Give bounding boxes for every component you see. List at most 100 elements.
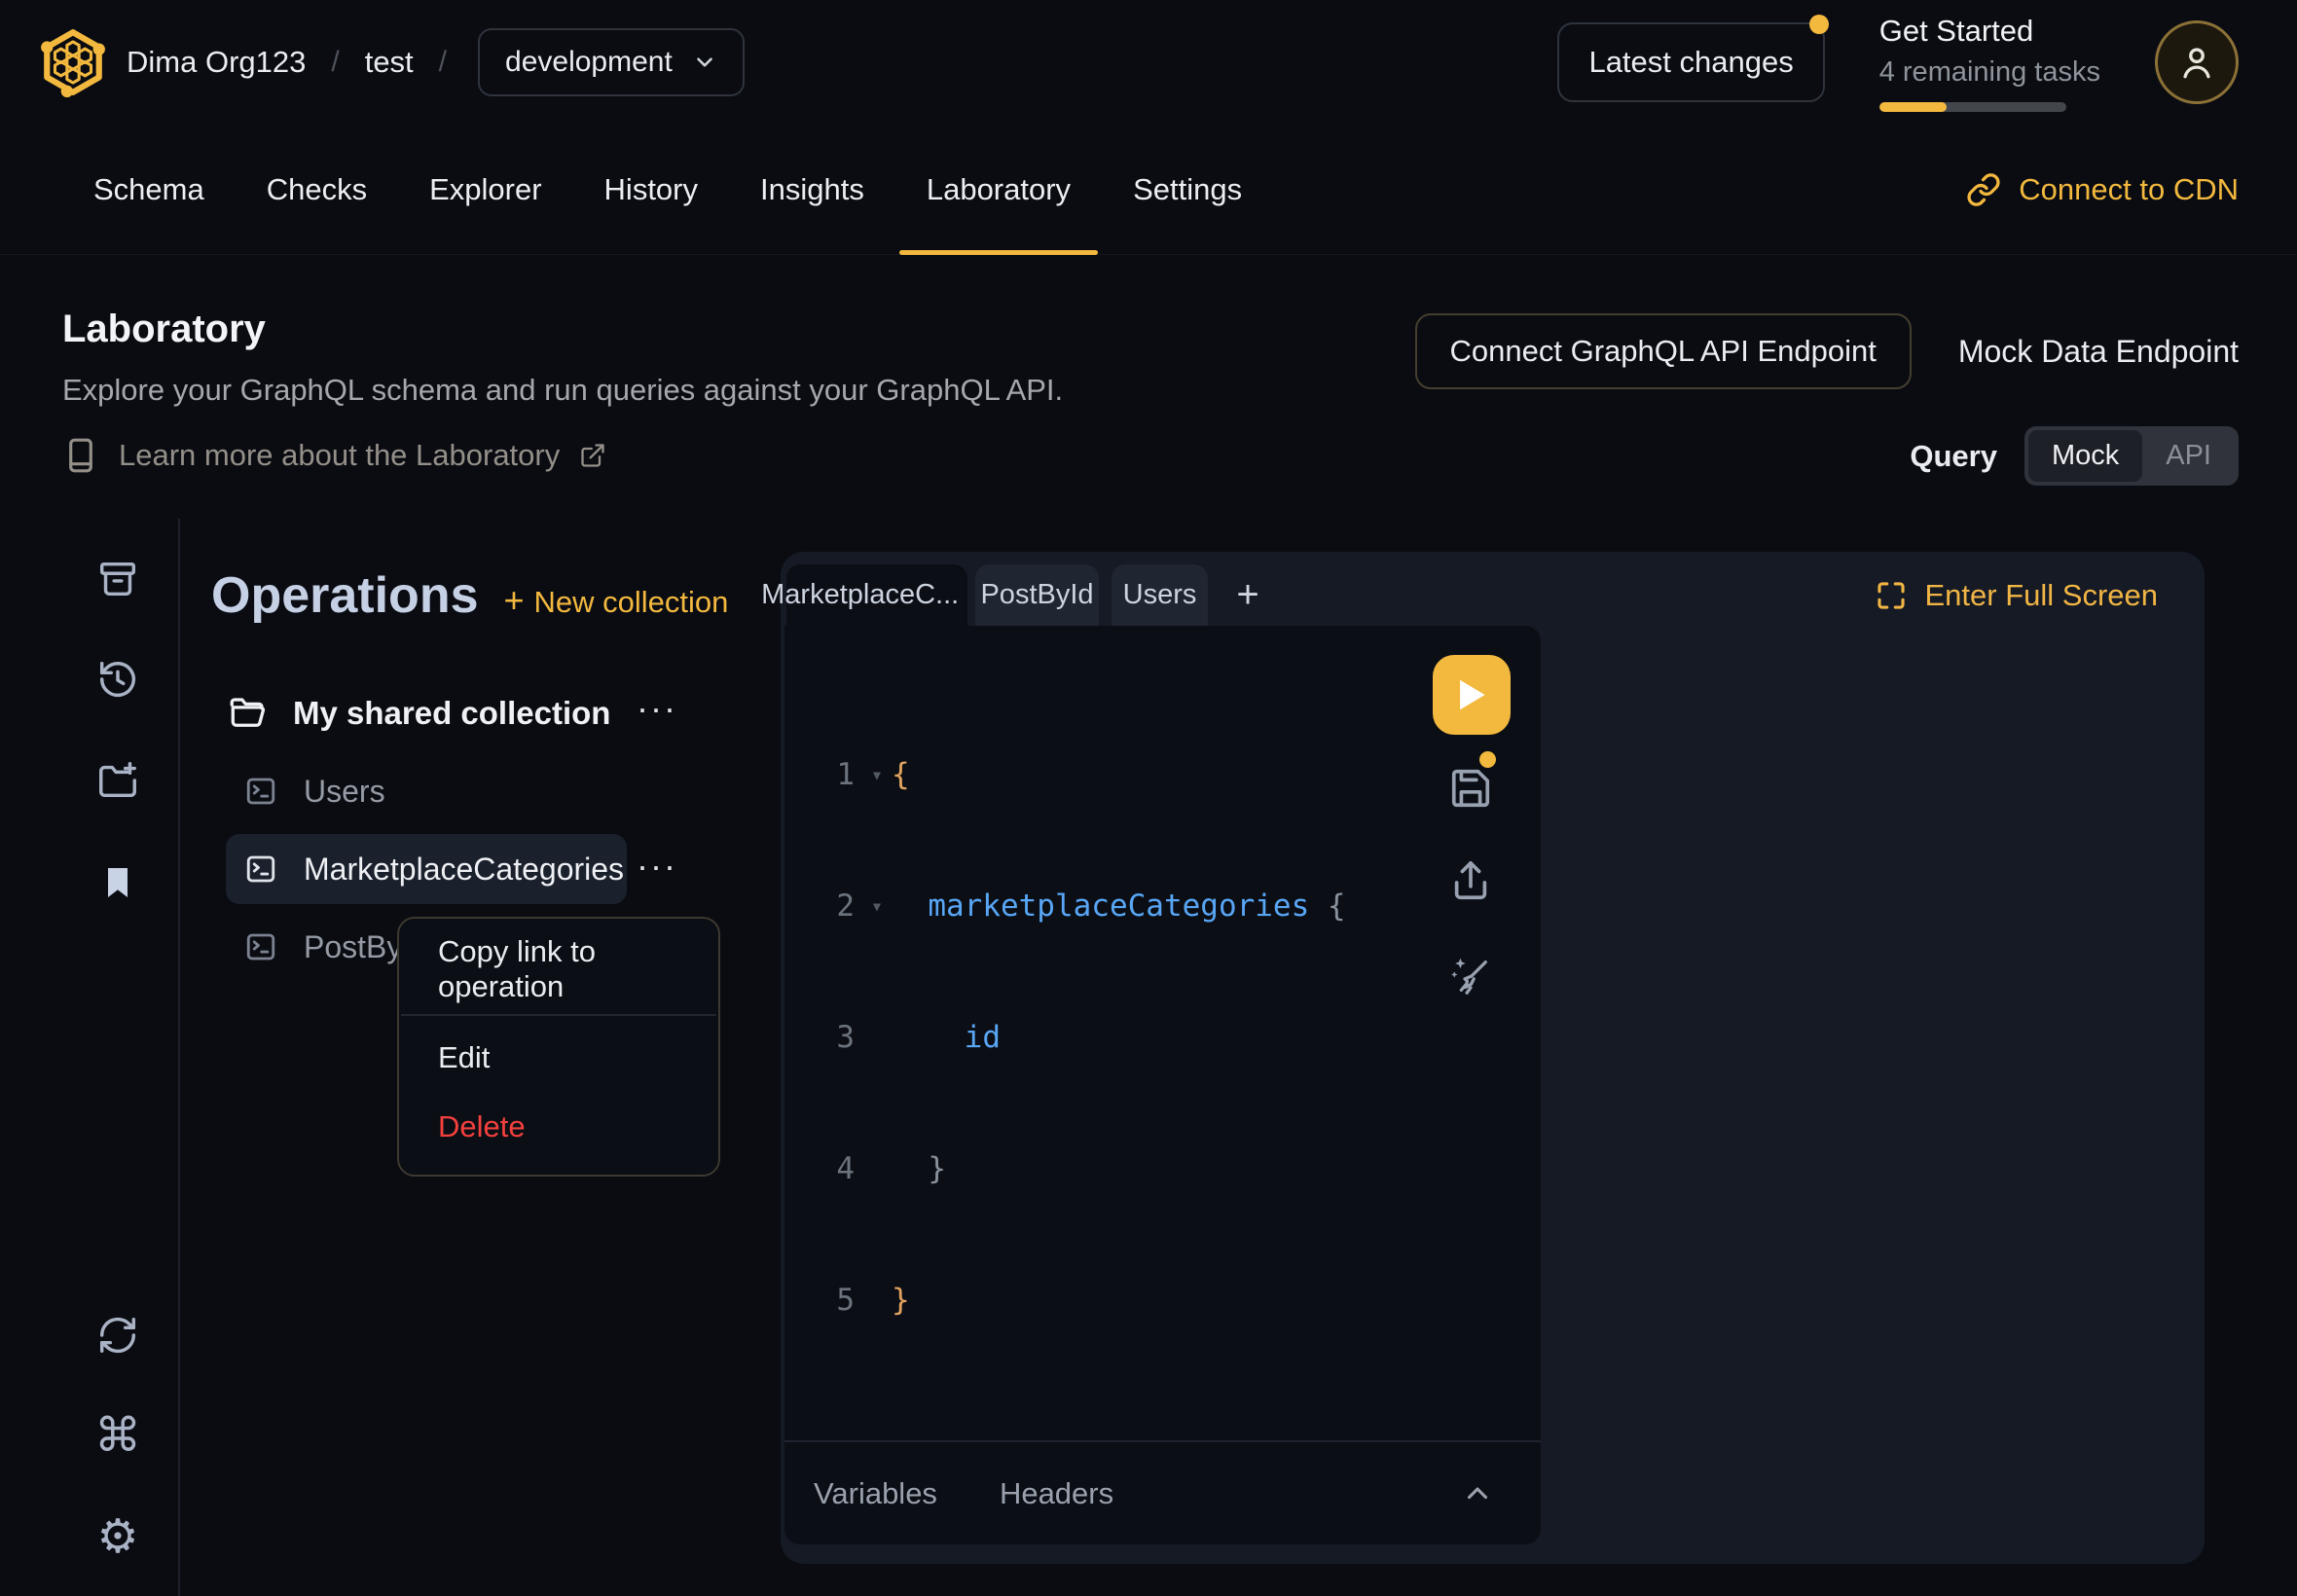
code-token bbox=[892, 1147, 928, 1191]
upload-icon bbox=[1448, 858, 1493, 903]
plus-icon: + bbox=[504, 580, 525, 621]
tab-label: Insights bbox=[760, 172, 864, 207]
editor-tab-label: MarketplaceC... bbox=[761, 579, 959, 611]
fold-marker-icon[interactable]: ▾ bbox=[862, 885, 892, 928]
code-line: 3 id bbox=[823, 1016, 1346, 1060]
menu-item-edit[interactable]: Edit bbox=[399, 1024, 718, 1093]
get-started-progress bbox=[1879, 102, 2066, 112]
maximize-icon bbox=[1875, 579, 1908, 612]
query-mode-row: Query Mock API bbox=[1910, 426, 2239, 486]
code-token: { bbox=[1309, 885, 1345, 928]
share-operation-button[interactable] bbox=[1448, 858, 1493, 903]
sidebar-item-shortcuts[interactable]: ⌘ bbox=[95, 1414, 140, 1459]
breadcrumb-separator: / bbox=[439, 46, 447, 79]
tab-settings[interactable]: Settings bbox=[1102, 125, 1273, 254]
connect-graphql-endpoint-button[interactable]: Connect GraphQL API Endpoint bbox=[1415, 313, 1912, 389]
operation-item-users[interactable]: Users bbox=[226, 756, 627, 826]
breadcrumb-org[interactable]: Dima Org123 bbox=[127, 45, 306, 80]
laboratory-header-left: Laboratory Explore your GraphQL schema a… bbox=[62, 308, 1063, 486]
header-right: Latest changes Get Started 4 remaining t… bbox=[1557, 14, 2239, 112]
sidebar-item-settings[interactable]: ⚙ bbox=[95, 1515, 140, 1560]
query-editor[interactable]: 1 ▾ { 2 ▾ marketplaceCategories { 3 id 4 bbox=[784, 626, 1541, 1544]
collection-row[interactable]: My shared collection bbox=[227, 684, 636, 743]
tab-history[interactable]: History bbox=[573, 125, 729, 254]
page-subtitle: Explore your GraphQL schema and run quer… bbox=[62, 373, 1063, 408]
tab-laboratory[interactable]: Laboratory bbox=[895, 125, 1102, 254]
gear-icon: ⚙ bbox=[96, 1515, 138, 1560]
editor-tab-users[interactable]: Users bbox=[1112, 564, 1208, 626]
tab-label: History bbox=[604, 172, 698, 207]
tab-checks[interactable]: Checks bbox=[236, 125, 398, 254]
enter-fullscreen-button[interactable]: Enter Full Screen bbox=[1875, 564, 2159, 626]
save-unsaved-dot bbox=[1479, 751, 1496, 768]
editor-tab-marketplacecategories[interactable]: MarketplaceC... × bbox=[786, 564, 967, 626]
fold-marker-icon[interactable]: ▾ bbox=[862, 753, 892, 797]
fold-spacer bbox=[862, 1147, 892, 1191]
editor-tab-label: PostById bbox=[980, 579, 1093, 611]
folder-open-icon bbox=[227, 693, 268, 734]
code-token: { bbox=[892, 753, 910, 797]
menu-divider bbox=[401, 1014, 716, 1016]
hive-logo[interactable] bbox=[41, 27, 105, 97]
get-started-widget[interactable]: Get Started 4 remaining tasks bbox=[1879, 14, 2100, 112]
connect-to-cdn-label: Connect to CDN bbox=[2019, 172, 2239, 207]
menu-item-copy-link[interactable]: Copy link to operation bbox=[399, 925, 718, 1014]
tab-insights[interactable]: Insights bbox=[729, 125, 895, 254]
tab-explorer[interactable]: Explorer bbox=[398, 125, 572, 254]
external-link-icon bbox=[579, 442, 606, 469]
sidebar-item-refetch-schema[interactable] bbox=[95, 1313, 140, 1358]
connect-to-cdn-link[interactable]: Connect to CDN bbox=[1966, 172, 2239, 207]
sidebar-item-documents[interactable] bbox=[95, 557, 140, 601]
query-mode-mock[interactable]: Mock bbox=[2028, 430, 2142, 482]
sidebar-item-collections[interactable] bbox=[95, 860, 140, 905]
operation-icon bbox=[243, 774, 278, 809]
app-header: Dima Org123 / test / development Latest … bbox=[0, 0, 2297, 125]
prettify-query-button[interactable] bbox=[1447, 954, 1492, 998]
breadcrumb-separator: / bbox=[331, 46, 339, 79]
history-icon bbox=[95, 657, 140, 702]
operation-context-menu: Copy link to operation Edit Delete bbox=[397, 917, 720, 1177]
chevron-up-icon[interactable] bbox=[1461, 1477, 1494, 1510]
page-title: Laboratory bbox=[62, 308, 1063, 351]
breadcrumb-project[interactable]: test bbox=[365, 45, 414, 80]
book-icon bbox=[62, 437, 99, 474]
get-started-progress-fill bbox=[1879, 102, 1947, 112]
headers-tab[interactable]: Headers bbox=[1000, 1476, 1113, 1511]
query-mode-api[interactable]: API bbox=[2142, 430, 2235, 482]
get-started-title: Get Started bbox=[1879, 14, 2100, 49]
line-number: 2 bbox=[823, 885, 855, 928]
execute-query-button[interactable] bbox=[1433, 655, 1511, 735]
sidebar-item-new-collection[interactable] bbox=[95, 758, 140, 803]
editor-tab-postbyid[interactable]: PostById bbox=[975, 564, 1099, 626]
laboratory-main: ⌘ ⚙ Operations + New collection My share… bbox=[0, 519, 2297, 1596]
person-icon bbox=[2175, 41, 2218, 84]
operation-menu-button[interactable]: ··· bbox=[632, 846, 682, 887]
menu-item-delete[interactable]: Delete bbox=[399, 1092, 718, 1161]
learn-more-link[interactable]: Learn more about the Laboratory bbox=[62, 437, 1063, 474]
latest-changes-button[interactable]: Latest changes bbox=[1557, 22, 1824, 102]
play-icon bbox=[1455, 676, 1488, 713]
operation-item-marketplacecategories[interactable]: MarketplaceCategories bbox=[226, 834, 627, 904]
user-avatar[interactable] bbox=[2155, 20, 2239, 104]
fold-spacer bbox=[862, 1279, 892, 1323]
get-started-subtitle: 4 remaining tasks bbox=[1879, 56, 2100, 89]
new-collection-button[interactable]: + New collection bbox=[504, 580, 729, 621]
tab-schema[interactable]: Schema bbox=[62, 125, 236, 254]
add-tab-button[interactable]: + bbox=[1221, 564, 1275, 626]
operation-label: Users bbox=[304, 774, 385, 810]
code-area[interactable]: 1 ▾ { 2 ▾ marketplaceCategories { 3 id 4 bbox=[823, 666, 1346, 1410]
line-number: 3 bbox=[823, 1016, 855, 1060]
mock-data-endpoint-button[interactable]: Mock Data Endpoint bbox=[1958, 334, 2239, 370]
operation-icon bbox=[243, 929, 278, 964]
save-operation-button[interactable] bbox=[1448, 766, 1493, 811]
collection-menu-button[interactable]: ··· bbox=[632, 688, 682, 729]
command-icon: ⌘ bbox=[94, 1414, 141, 1459]
variables-tab[interactable]: Variables bbox=[814, 1476, 937, 1511]
code-line: 4 } bbox=[823, 1147, 1346, 1191]
line-number: 1 bbox=[823, 753, 855, 797]
sidebar-item-history[interactable] bbox=[95, 657, 140, 702]
latest-changes-label: Latest changes bbox=[1588, 45, 1793, 79]
laboratory-header-right: Connect GraphQL API Endpoint Mock Data E… bbox=[1415, 313, 2239, 486]
operations-title: Operations bbox=[211, 566, 479, 625]
target-selector[interactable]: development bbox=[478, 28, 745, 96]
